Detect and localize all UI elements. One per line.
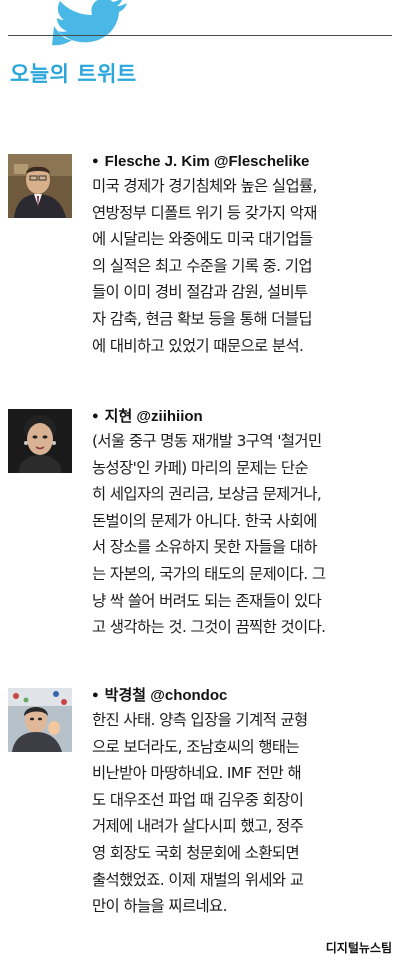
section-title: 오늘의 트위트 [10,62,137,86]
tweet-text: 한진 사태. 양측 입장을 기계적 균형 으로 보더라도, 조남호씨의 행태는 … [92,711,308,916]
tweet-author: ● 지현 @ziihiion [92,408,203,425]
tweet-author: ● 박경철 @chondoc [92,687,228,704]
header: 오늘의 트위트 [0,0,400,110]
tweet-item: ● 박경철 @chondoc 한진 사태. 양측 입장을 기계적 균형 으로 보더… [8,686,392,956]
avatar [8,688,72,752]
tweet-author: ● Flesche J. Kim @Fleschelike [92,153,310,170]
tweet-text: 미국 경제가 경기침체와 높은 실업률, 연방정부 디폴트 위기 등 갖가지 악… [92,177,317,355]
tweet-text: (서울 중구 명동 재개발 3구역 '철거민 농성장'인 카페) 마리의 문제는… [92,432,326,637]
header-rule [8,35,392,36]
tweet-item: ● 지현 @ziihiion (서울 중구 명동 재개발 3구역 '철거민 농성장… [8,407,392,667]
byline-credit: 디지털뉴스팀 [325,941,392,955]
twitter-bird-icon [52,0,127,46]
tweet-item: ● Flesche J. Kim @Fleschelike 미국 경제가 경기침체… [8,152,392,392]
avatar [8,154,72,218]
avatar [8,409,72,473]
